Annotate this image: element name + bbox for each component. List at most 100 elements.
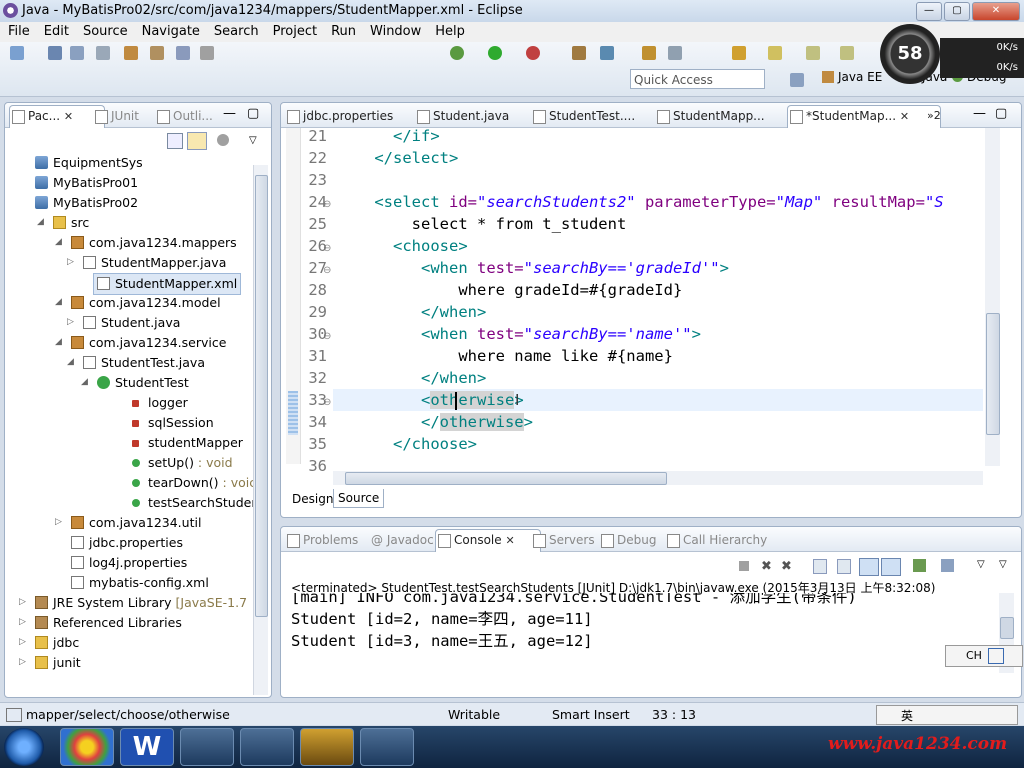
code-line[interactable]: where gradeId=#{gradeId}	[337, 281, 682, 299]
tab-studentmapper-xml[interactable]: *StudentMap... ✕	[787, 105, 941, 128]
code-line[interactable]: </select>	[337, 149, 458, 167]
tree-item[interactable]: StudentMapper.xml	[93, 273, 242, 295]
forward-icon[interactable]	[840, 46, 854, 60]
tree-item[interactable]: studentMapper	[129, 433, 243, 453]
tree-item[interactable]: jdbc.properties	[71, 533, 183, 553]
tree-item[interactable]: StudentTest.java	[83, 353, 205, 373]
run-external-icon[interactable]	[526, 46, 540, 60]
tree-item[interactable]: mybatis-config.xml	[71, 573, 209, 593]
remove-launch-icon[interactable]: ✖	[761, 559, 772, 574]
link-with-editor-icon[interactable]	[187, 132, 207, 150]
tree-item[interactable]: MyBatisPro02	[35, 193, 138, 213]
menu-edit[interactable]: Edit	[36, 22, 75, 39]
ime-icon[interactable]	[988, 648, 1004, 664]
ime-status-bar[interactable]: 英	[876, 705, 1018, 725]
close-button[interactable]: ✕	[972, 2, 1020, 21]
menu-source[interactable]: Source	[75, 22, 134, 39]
new-java-project-icon[interactable]	[124, 46, 138, 60]
run-icon[interactable]	[488, 46, 502, 60]
tab-javadoc[interactable]: @ Javadoc	[367, 530, 434, 550]
tool-icon[interactable]	[240, 728, 294, 766]
collapse-arrow-icon[interactable]: ▷	[19, 597, 26, 607]
search-icon[interactable]	[600, 46, 614, 60]
collapse-arrow-icon[interactable]: ▷	[67, 257, 74, 267]
tree-item[interactable]: JRE System Library [JavaSE-1.7	[35, 593, 247, 613]
menu-file[interactable]: File	[0, 22, 36, 39]
edit-icon[interactable]	[668, 46, 682, 60]
maximize-view-icon[interactable]: ▢	[247, 106, 259, 121]
tree-item[interactable]: src	[53, 213, 89, 233]
tree-item[interactable]: junit	[35, 653, 81, 673]
console-output[interactable]: [main] INFO com.java1234.service.Student…	[283, 593, 1001, 691]
close-icon[interactable]: ✕	[64, 110, 73, 123]
expand-arrow-icon[interactable]: ◢	[81, 377, 88, 387]
editor-vertical-scrollbar[interactable]	[985, 128, 1000, 466]
tab-student-java[interactable]: Student.java	[415, 106, 509, 126]
open-type-icon[interactable]	[200, 46, 214, 60]
editor-hscroll-thumb[interactable]	[345, 472, 667, 485]
menu-search[interactable]: Search	[206, 22, 265, 39]
menu-window[interactable]: Window	[362, 22, 427, 39]
tree-item[interactable]: Student.java	[83, 313, 180, 333]
tab-source[interactable]: Source	[333, 489, 385, 508]
terminal-icon[interactable]	[180, 728, 234, 766]
tree-item[interactable]: sqlSession	[129, 413, 214, 433]
eclipse-javaee-icon[interactable]	[300, 728, 354, 766]
code-line[interactable]: </when>	[337, 369, 486, 387]
start-button[interactable]	[4, 728, 44, 766]
tree-item[interactable]: testSearchStuder	[129, 493, 256, 513]
open-type-hierarchy-icon[interactable]	[572, 46, 586, 60]
code-line[interactable]: <select id="searchStudents2" parameterTy…	[337, 193, 943, 211]
menu-run[interactable]: Run	[323, 22, 362, 39]
expand-arrow-icon[interactable]: ◢	[55, 337, 62, 347]
show-on-output-icon[interactable]	[859, 558, 879, 576]
scroll-lock-icon[interactable]	[837, 559, 851, 574]
save-icon[interactable]	[48, 46, 62, 60]
tab-servers[interactable]: Servers	[531, 530, 595, 550]
taskbar-app-icon[interactable]	[60, 728, 114, 766]
code-line[interactable]: </choose>	[337, 435, 477, 453]
tree-item[interactable]: MyBatisPro01	[35, 173, 138, 193]
tab-junit[interactable]: JUnit	[93, 106, 139, 126]
display-console-icon[interactable]	[941, 559, 954, 572]
editor-scrollbar-thumb[interactable]	[986, 313, 1000, 435]
expand-arrow-icon[interactable]: ◢	[55, 297, 62, 307]
tab-design[interactable]: Design	[289, 491, 336, 507]
tree-item[interactable]: com.java1234.mappers	[71, 233, 237, 253]
tree-item[interactable]: Referenced Libraries	[35, 613, 182, 633]
tab-outline[interactable]: Outli...	[155, 106, 213, 126]
collapse-arrow-icon[interactable]: ▷	[19, 617, 26, 627]
collapse-all-icon[interactable]	[167, 133, 183, 149]
chevron-down-icon[interactable]: ▽	[249, 135, 257, 146]
console-scrollbar-thumb[interactable]	[1000, 617, 1014, 639]
tree-item[interactable]: com.java1234.model	[71, 293, 221, 313]
tab-overflow[interactable]: »2	[921, 106, 941, 126]
new-icon[interactable]	[10, 46, 24, 60]
tree-item[interactable]: logger	[129, 393, 188, 413]
code-line[interactable]: where name like #{name}	[337, 347, 673, 365]
collapse-arrow-icon[interactable]: ▷	[19, 637, 26, 647]
open-perspective-icon[interactable]	[790, 73, 804, 87]
maximize-button[interactable]: ▢	[944, 2, 970, 21]
view-menu-icon[interactable]	[217, 134, 229, 146]
new-class-icon[interactable]	[176, 46, 190, 60]
code-line[interactable]: <when test="searchBy=='name'">	[337, 325, 701, 343]
tree-item[interactable]: jdbc	[35, 633, 79, 653]
clear-console-icon[interactable]	[813, 559, 827, 574]
code-line[interactable]: </if>	[337, 127, 440, 145]
minimize-button[interactable]: —	[916, 2, 942, 21]
ime-language[interactable]: CH	[966, 649, 982, 662]
expand-arrow-icon[interactable]: ◢	[37, 217, 44, 227]
maximize-view-icon[interactable]: ▢	[995, 106, 1007, 121]
new-package-icon[interactable]	[150, 46, 164, 60]
menu-project[interactable]: Project	[265, 22, 323, 39]
tree-item[interactable]: StudentTest	[97, 373, 189, 393]
ime-mode[interactable]: 英	[901, 707, 913, 724]
save-all-icon[interactable]	[70, 46, 84, 60]
quick-access-input[interactable]: Quick Access	[630, 69, 765, 89]
dolphin-icon[interactable]	[360, 728, 414, 766]
debug-icon[interactable]	[450, 46, 464, 60]
ime-toolbar[interactable]: CH	[945, 645, 1023, 667]
tab-debug[interactable]: Debug	[599, 530, 656, 550]
minimize-view-icon[interactable]: —	[973, 106, 986, 121]
